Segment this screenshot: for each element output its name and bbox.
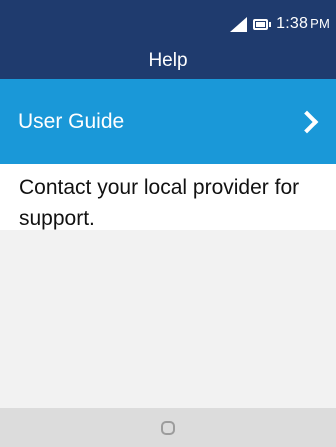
page-title: Help — [148, 50, 188, 71]
chevron-right-icon — [295, 110, 319, 133]
status-time: 1:38 PM — [276, 15, 330, 33]
status-time-ampm: PM — [310, 16, 330, 31]
battery-icon — [253, 18, 269, 30]
header-bar: 1:38 PM Help — [0, 0, 336, 79]
status-bar: 1:38 PM — [230, 14, 330, 34]
softkey-bar — [0, 408, 336, 447]
battery-tip — [269, 21, 272, 27]
status-time-value: 1:38 — [276, 15, 309, 32]
support-message: Contact your local provider for support. — [0, 164, 336, 230]
menu-item-label: User Guide — [18, 109, 125, 133]
signal-icon — [230, 16, 248, 32]
menu-item-user-guide[interactable]: User Guide — [0, 79, 336, 164]
home-key-icon[interactable] — [161, 420, 175, 435]
help-screen: 1:38 PM Help User Guide Contact your loca… — [0, 0, 336, 447]
